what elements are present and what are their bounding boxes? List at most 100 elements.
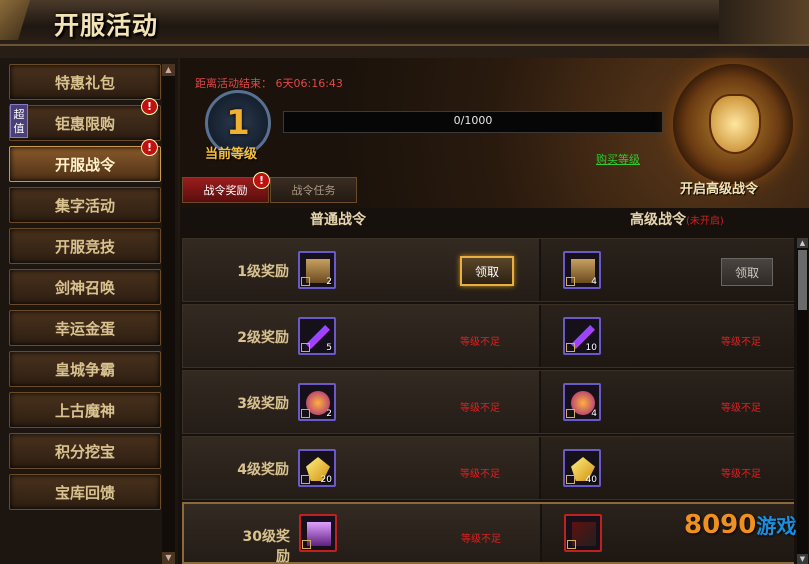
alert-badge: ! (141, 98, 158, 115)
sidebar-item-lucky-egg[interactable]: 幸运金蛋 (9, 310, 161, 346)
scroll-up-icon[interactable]: ▲ (162, 64, 175, 76)
treasure-chest-icon[interactable]: 2 (298, 251, 336, 289)
advanced-pass-title: 高级战令 (630, 212, 686, 228)
super-value-tag: 超值 (10, 104, 28, 138)
yellow-crystal-icon[interactable]: 40 (563, 449, 601, 487)
insufficient-level-text: 等级不足 (721, 403, 761, 414)
header-banner: 距离活动结束： 6天06:16:43 1 当前等级 0/1000 购买等级 开启… (180, 58, 809, 208)
tab-pass-rewards[interactable]: 战令奖励! (182, 172, 270, 203)
sidebar-item-label: 宝库回馈 (54, 483, 115, 502)
battle-pass-panel: 距离活动结束： 6天06:16:43 1 当前等级 0/1000 购买等级 开启… (180, 58, 809, 564)
item-count: 4 (591, 277, 597, 287)
bound-lock-icon (566, 343, 575, 352)
advanced-pass-header: 高级战令(未开启) (630, 209, 724, 229)
bound-lock-icon (301, 409, 310, 418)
reward-list-scrollbar[interactable]: ▲ ▼ (797, 238, 808, 564)
alert-badge: ! (253, 172, 270, 189)
buy-level-link[interactable]: 购买等级 (596, 151, 640, 167)
item-count: 40 (585, 475, 597, 485)
level-label: 当前等级 (205, 147, 258, 162)
sidebar-item-ancient-demon[interactable]: 上古魔神 (9, 392, 161, 428)
sidebar-item-sword-summon[interactable]: 剑神召唤 (9, 269, 161, 305)
bound-lock-icon (301, 475, 310, 484)
tab-label: 战令任务 (291, 184, 336, 197)
claim-advanced-button[interactable]: 领取 (721, 258, 773, 286)
sidebar-item-label: 集字活动 (54, 196, 115, 215)
item-count: 10 (585, 343, 597, 353)
purple-chest-icon[interactable] (299, 514, 337, 552)
site-logo: 8090游戏 (684, 510, 796, 540)
reward-row: 3级奖励 2 等级不足 4 等级不足 (182, 370, 794, 434)
yellow-crystal-icon[interactable]: 20 (298, 449, 336, 487)
scroll-down-icon[interactable]: ▼ (797, 554, 808, 564)
reward-level-label: 30级奖励 (242, 529, 290, 564)
tab-pass-tasks[interactable]: 战令任务 (270, 177, 357, 203)
countdown-label: 距离活动结束： (195, 77, 272, 90)
sidebar-item-arena[interactable]: 开服竞技 (9, 228, 161, 264)
sidebar-item-collect-words[interactable]: 集字活动 (9, 187, 161, 223)
scroll-up-icon[interactable]: ▲ (797, 238, 808, 248)
scroll-down-icon[interactable]: ▼ (162, 552, 175, 564)
reward-level-label: 3级奖励 (237, 396, 289, 412)
reward-level-label: 1级奖励 (237, 264, 289, 280)
title-ornament-left (0, 0, 30, 40)
weapon-icon[interactable] (564, 514, 602, 552)
reward-row: 4级奖励 20 等级不足 40 等级不足 (182, 436, 794, 500)
feather-icon[interactable]: 5 (298, 317, 336, 355)
reward-level-label: 4级奖励 (237, 462, 289, 478)
orb-icon[interactable]: 2 (298, 383, 336, 421)
window-title: 开服活动 (54, 11, 159, 40)
countdown-value: 6天06:16:43 (275, 77, 343, 90)
sidebar-item-treasure-dig[interactable]: 积分挖宝 (9, 433, 161, 469)
bound-lock-icon (566, 475, 575, 484)
sidebar-item-limited-purchase[interactable]: 钜惠限购! (9, 98, 161, 141)
sidebar-item-label: 皇城争霸 (54, 360, 115, 379)
insufficient-level-text: 等级不足 (721, 469, 761, 480)
sidebar-item-special-pack[interactable]: 特惠礼包 (9, 64, 161, 100)
insufficient-level-text: 等级不足 (461, 534, 501, 545)
normal-pass-header: 普通战令 (310, 212, 366, 228)
insufficient-level-text: 等级不足 (721, 337, 761, 348)
unlock-advanced-label[interactable]: 开启高级战令 (680, 178, 758, 197)
sidebar-item-label: 钜惠限购 (54, 114, 115, 133)
claim-normal-button[interactable]: 领取 (460, 256, 514, 286)
treasure-chest-icon[interactable]: 4 (563, 251, 601, 289)
title-ornament-right (719, 0, 809, 44)
sidebar-item-label: 特惠礼包 (54, 73, 115, 92)
advanced-pass-emblem-icon[interactable] (673, 64, 793, 184)
item-count: 5 (326, 343, 332, 353)
sidebar-item-label: 积分挖宝 (54, 442, 115, 461)
tab-label: 战令奖励 (203, 184, 248, 197)
sidebar-scrollbar[interactable]: ▲ ▼ (162, 64, 175, 564)
feather-icon[interactable]: 10 (563, 317, 601, 355)
bound-lock-icon (566, 409, 575, 418)
sidebar-item-battle-pass[interactable]: 开服战令! (9, 139, 161, 182)
insufficient-level-text: 等级不足 (460, 337, 500, 348)
scroll-thumb[interactable] (798, 250, 807, 310)
sidebar-item-label: 上古魔神 (54, 401, 115, 420)
item-count: 2 (326, 277, 332, 287)
reward-row: 2级奖励 5 等级不足 10 等级不足 (182, 304, 794, 368)
advanced-pass-status: (未开启) (686, 216, 724, 227)
orb-icon[interactable]: 4 (563, 383, 601, 421)
insufficient-level-text: 等级不足 (460, 469, 500, 480)
sidebar-item-label: 开服战令 (54, 155, 115, 174)
title-bar: 开服活动 (0, 0, 809, 46)
bound-lock-icon (301, 343, 310, 352)
reward-row: 1级奖励 2 领取 4 领取 (182, 238, 794, 302)
insufficient-level-text: 等级不足 (460, 403, 500, 414)
sidebar-item-label: 幸运金蛋 (54, 319, 115, 338)
countdown: 距离活动结束： 6天06:16:43 (195, 75, 343, 91)
sidebar-item-label: 剑神召唤 (54, 278, 115, 297)
logo-number: 8090 (684, 510, 757, 540)
bound-lock-icon (301, 277, 310, 286)
progress-text: 0/1000 (453, 114, 493, 127)
sidebar-item-castle-war[interactable]: 皇城争霸 (9, 351, 161, 387)
exp-progress-bar: 0/1000 (283, 111, 663, 133)
sidebar-item-label: 开服竞技 (54, 237, 115, 256)
item-count: 20 (320, 475, 332, 485)
sidebar-item-vault-reward[interactable]: 宝库回馈 (9, 474, 161, 510)
bound-lock-icon (302, 540, 311, 549)
item-count: 2 (326, 409, 332, 419)
logo-suffix: 游戏 (756, 514, 797, 538)
